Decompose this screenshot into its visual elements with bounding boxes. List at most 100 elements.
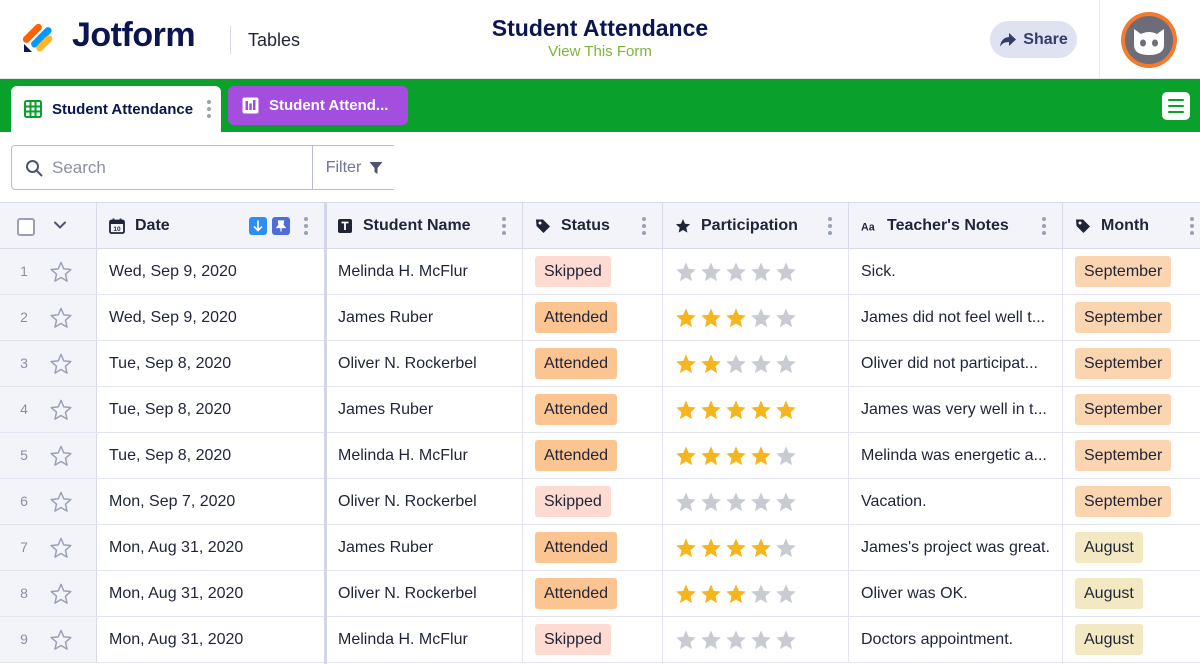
cell-month[interactable]: August [1063,525,1200,570]
cell-participation[interactable] [663,525,849,570]
star-filled-icon[interactable] [675,399,697,421]
column-options-kebab-icon[interactable] [502,217,506,235]
cell-date[interactable]: Tue, Sep 8, 2020 [97,433,325,478]
status-badge[interactable]: Attended [535,302,618,333]
cell-date[interactable]: Mon, Aug 31, 2020 [97,525,325,570]
star-empty-icon[interactable] [725,491,747,513]
cell-month[interactable]: September [1063,341,1200,386]
cell-participation[interactable] [663,479,849,524]
chevron-down-icon[interactable] [52,217,68,233]
star-outline-icon[interactable] [50,445,72,467]
star-empty-icon[interactable] [750,583,772,605]
star-rating[interactable] [675,261,797,283]
share-button[interactable]: Share [990,21,1077,58]
month-badge[interactable]: August [1075,532,1143,563]
star-filled-icon[interactable] [700,583,722,605]
select-all-checkbox[interactable] [17,218,35,236]
star-outline-icon[interactable] [50,307,72,329]
star-filled-icon[interactable] [700,399,722,421]
month-badge[interactable]: September [1075,348,1172,379]
cell-teachers-notes[interactable]: James did not feel well t... [849,295,1063,340]
cell-participation[interactable] [663,341,849,386]
tab-options-kebab-icon[interactable] [207,100,211,118]
star-empty-icon[interactable] [700,261,722,283]
cell-date[interactable]: Wed, Sep 9, 2020 [97,249,325,294]
cell-participation[interactable] [663,249,849,294]
cell-status[interactable]: Attended [523,341,663,386]
status-badge[interactable]: Attended [535,578,618,609]
table-row[interactable]: 7 Mon, Aug 31, 2020 James Ruber Attended Jam… [0,525,1200,571]
cell-date[interactable]: Mon, Aug 31, 2020 [97,617,325,662]
cell-student-name[interactable]: James Ruber [325,387,523,432]
star-rating[interactable] [675,307,797,329]
cell-date[interactable]: Wed, Sep 9, 2020 [97,295,325,340]
column-header-participation[interactable]: Participation [663,203,849,248]
star-filled-icon[interactable] [700,445,722,467]
table-row[interactable]: 6 Mon, Sep 7, 2020 Oliver N. Rockerbel Skip… [0,479,1200,525]
star-outline-icon[interactable] [50,353,72,375]
cell-month[interactable]: September [1063,295,1200,340]
cell-teachers-notes[interactable]: Doctors appointment. [849,617,1063,662]
status-badge[interactable]: Attended [535,532,618,563]
star-outline-icon[interactable] [50,537,72,559]
cell-teachers-notes[interactable]: James's project was great. [849,525,1063,570]
cell-status[interactable]: Skipped [523,249,663,294]
star-filled-icon[interactable] [725,307,747,329]
star-empty-icon[interactable] [750,629,772,651]
star-outline-icon[interactable] [50,261,72,283]
column-options-kebab-icon[interactable] [304,217,308,235]
star-outline-icon[interactable] [50,399,72,421]
cell-teachers-notes[interactable]: Vacation. [849,479,1063,524]
search-input[interactable] [52,154,312,182]
cell-status[interactable]: Attended [523,433,663,478]
column-header-status[interactable]: Status [523,203,663,248]
tab-student-attendance-report[interactable]: Student Attend... [228,86,408,125]
month-badge[interactable]: September [1075,440,1172,471]
cell-student-name[interactable]: James Ruber [325,295,523,340]
star-empty-icon[interactable] [750,353,772,375]
star-filled-icon[interactable] [675,307,697,329]
month-badge[interactable]: September [1075,256,1172,287]
star-empty-icon[interactable] [700,629,722,651]
star-filled-icon[interactable] [725,399,747,421]
cell-date[interactable]: Tue, Sep 8, 2020 [97,341,325,386]
star-empty-icon[interactable] [675,491,697,513]
table-row[interactable]: 5 Tue, Sep 8, 2020 Melinda H. McFlur Attend… [0,433,1200,479]
cell-student-name[interactable]: Melinda H. McFlur [325,617,523,662]
star-filled-icon[interactable] [725,445,747,467]
star-filled-icon[interactable] [675,537,697,559]
table-row[interactable]: 4 Tue, Sep 8, 2020 James Ruber Attended Jame… [0,387,1200,433]
month-badge[interactable]: September [1075,394,1172,425]
cell-participation[interactable] [663,295,849,340]
cell-student-name[interactable]: Oliver N. Rockerbel [325,341,523,386]
cell-status[interactable]: Skipped [523,479,663,524]
star-rating[interactable] [675,399,797,421]
column-options-kebab-icon[interactable] [828,217,832,235]
star-filled-icon[interactable] [750,399,772,421]
cell-participation[interactable] [663,617,849,662]
status-badge[interactable]: Skipped [535,486,611,517]
star-filled-icon[interactable] [750,445,772,467]
star-empty-icon[interactable] [775,629,797,651]
star-empty-icon[interactable] [750,491,772,513]
cell-student-name[interactable]: Oliver N. Rockerbel [325,571,523,616]
cell-participation[interactable] [663,571,849,616]
cell-participation[interactable] [663,387,849,432]
filter-button[interactable]: Filter [312,146,396,189]
tab-student-attendance[interactable]: Student Attendance [11,86,221,132]
star-empty-icon[interactable] [775,537,797,559]
star-empty-icon[interactable] [775,445,797,467]
star-filled-icon[interactable] [675,583,697,605]
view-form-link[interactable]: View This Form [548,43,652,60]
star-empty-icon[interactable] [775,583,797,605]
star-outline-icon[interactable] [50,583,72,605]
column-header-teachers-notes[interactable]: Aa Teacher's Notes [849,203,1063,248]
star-filled-icon[interactable] [675,445,697,467]
star-rating[interactable] [675,491,797,513]
cell-month[interactable]: August [1063,571,1200,616]
cell-date[interactable]: Tue, Sep 8, 2020 [97,387,325,432]
hamburger-menu-icon[interactable] [1162,92,1190,120]
pin-column-icon[interactable] [272,217,290,235]
star-empty-icon[interactable] [700,491,722,513]
star-rating[interactable] [675,445,797,467]
